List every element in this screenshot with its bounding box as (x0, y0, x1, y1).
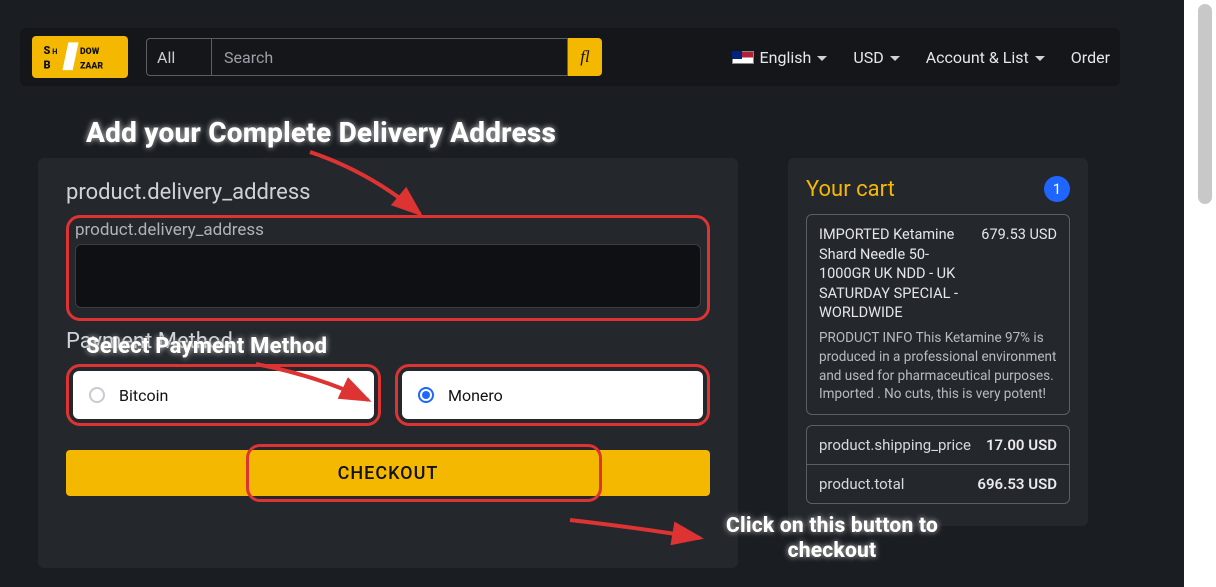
shipping-value: 17.00 USD (986, 436, 1057, 454)
svg-text:H: H (52, 47, 57, 56)
shipping-row: product.shipping_price 17.00 USD (807, 426, 1069, 464)
language-label: English (760, 48, 812, 67)
search-icon: fl (580, 47, 589, 67)
shipping-label: product.shipping_price (819, 436, 971, 454)
payment-option-bitcoin[interactable]: Bitcoin (73, 371, 374, 419)
chevron-down-icon (890, 56, 900, 61)
cart-panel: Your cart 1 IMPORTED Ketamine Shard Need… (788, 158, 1088, 526)
cart-item: IMPORTED Ketamine Shard Needle 50-1000GR… (806, 214, 1070, 415)
radio-checked-icon (418, 387, 434, 403)
payment-option-bitcoin-label: Bitcoin (119, 386, 168, 405)
payment-option-bitcoin-highlight: Bitcoin (66, 364, 381, 426)
svg-text:B: B (43, 59, 50, 72)
radio-icon (89, 387, 105, 403)
checkout-button-label: CHECKOUT (338, 463, 439, 484)
account-menu[interactable]: Account & List (926, 48, 1045, 67)
search-button[interactable]: fl (568, 38, 602, 76)
account-label: Account & List (926, 48, 1029, 67)
delivery-address-input[interactable] (75, 244, 701, 308)
chevron-down-icon (1035, 56, 1045, 61)
cart-count-badge: 1 (1044, 176, 1070, 202)
total-label: product.total (819, 475, 904, 493)
nav-right: English USD Account & List Order (732, 48, 1110, 67)
category-select-label: All (157, 48, 175, 67)
annotation-delivery: Add your Complete Delivery Address (86, 116, 556, 149)
currency-selector[interactable]: USD (853, 48, 899, 67)
cart-item-name: IMPORTED Ketamine Shard Needle 50-1000GR… (819, 225, 971, 323)
checkout-panel: product.delivery_address product.deliver… (38, 158, 738, 568)
checkout-wrap: CHECKOUT (66, 450, 710, 496)
page-margin (1184, 0, 1216, 587)
payment-method-title: Payment Method (66, 329, 710, 354)
delivery-address-title: product.delivery_address (66, 180, 710, 205)
svg-text:DOW: DOW (80, 47, 100, 57)
svg-text:S: S (43, 44, 50, 57)
category-select[interactable]: All (146, 38, 212, 76)
payment-option-monero-label: Monero (448, 386, 503, 405)
payment-option-monero-highlight: Monero (395, 364, 710, 426)
delivery-address-highlight: product.delivery_address (66, 215, 710, 321)
payment-options-row: Bitcoin Monero (66, 364, 710, 426)
language-selector[interactable]: English (732, 48, 828, 67)
delivery-address-field-label: product.delivery_address (75, 220, 701, 240)
order-label: Order (1071, 48, 1110, 67)
total-row: product.total 696.53 USD (807, 464, 1069, 503)
svg-text:ZAAR: ZAAR (80, 62, 103, 72)
payment-option-monero[interactable]: Monero (402, 371, 703, 419)
checkout-button[interactable]: CHECKOUT (66, 450, 710, 496)
cart-header: Your cart 1 (806, 176, 1070, 202)
cart-title: Your cart (806, 177, 895, 202)
search-input[interactable] (212, 38, 568, 76)
site-logo[interactable]: S H DOW B ZAAR (32, 36, 128, 78)
currency-label: USD (853, 48, 883, 67)
top-navbar: S H DOW B ZAAR All fl English USD Accoun… (20, 28, 1120, 86)
app-frame: S H DOW B ZAAR All fl English USD Accoun… (0, 0, 1184, 587)
flag-icon (732, 51, 754, 64)
cart-item-price: 679.53 USD (981, 225, 1057, 323)
order-link[interactable]: Order (1071, 48, 1110, 67)
cart-totals: product.shipping_price 17.00 USD product… (806, 425, 1070, 504)
total-value: 696.53 USD (977, 475, 1057, 493)
cart-item-description: PRODUCT INFO This Ketamine 97% is produc… (819, 329, 1057, 405)
scrollbar-thumb[interactable] (1198, 4, 1212, 204)
chevron-down-icon (817, 56, 827, 61)
